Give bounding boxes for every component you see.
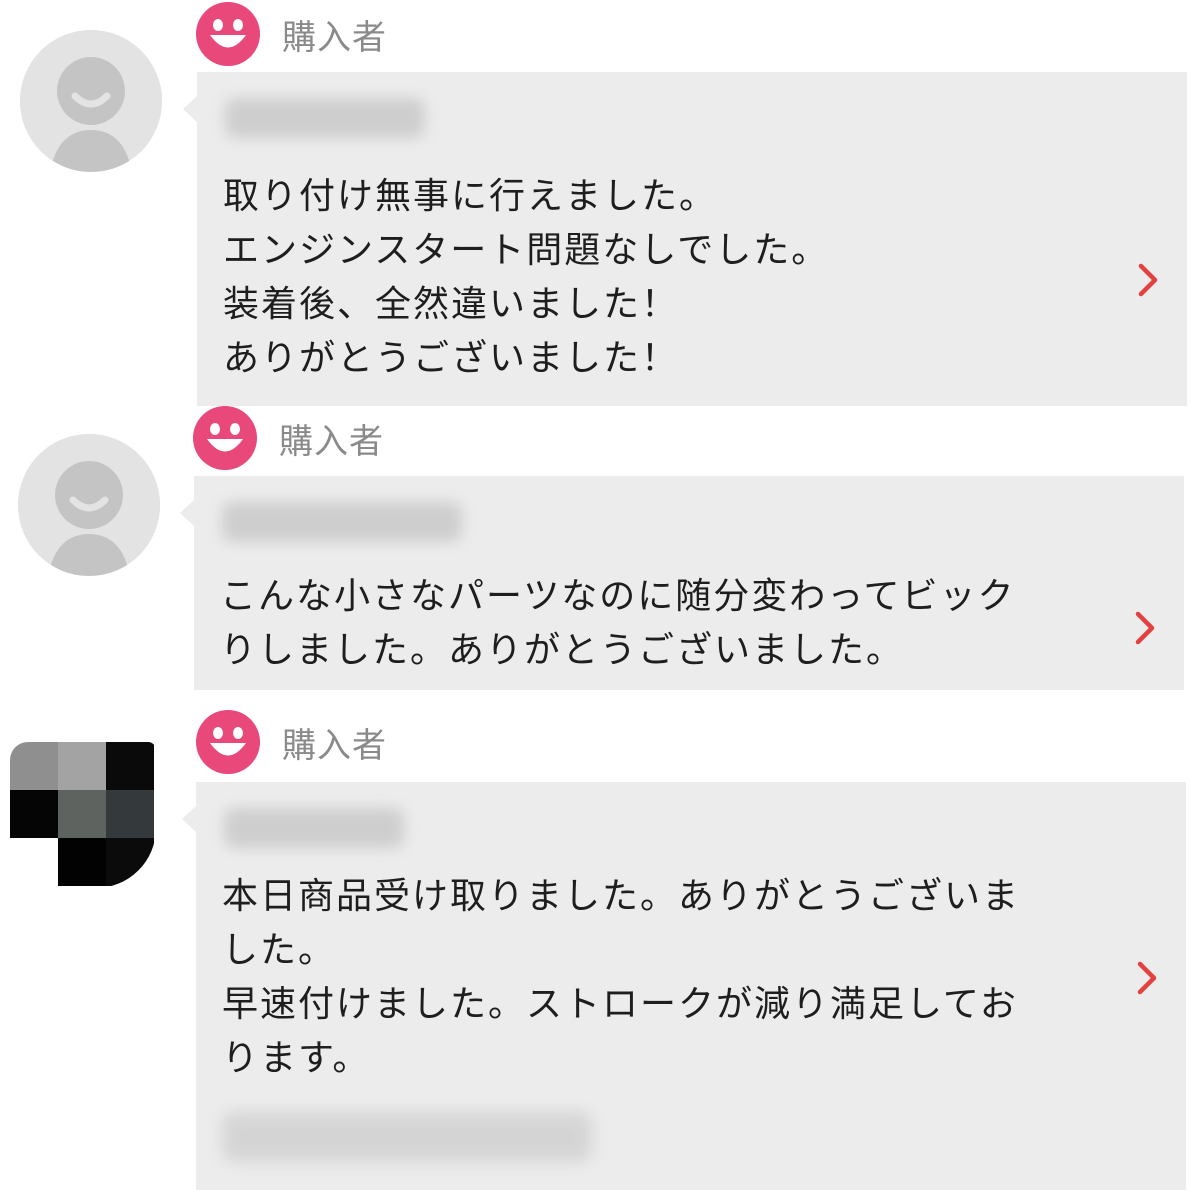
review-text-line: ありがとうございました！ (223, 338, 680, 379)
bubble-tail (183, 96, 197, 122)
review-bubble[interactable]: 本日商品受け取りました。ありがとうございま した。 早速付けました。ストロークが… (182, 782, 1186, 1190)
redacted-nickname (222, 502, 462, 542)
review-bubble[interactable]: 取り付け無事に行えました。 エンジンスタート問題なしでした。 装着後、全然違いま… (183, 72, 1187, 406)
review-text-line: エンジンスタート問題なしでした。 (223, 230, 830, 271)
mosaic-tile (106, 838, 154, 886)
review-text-line: 早速付けました。ストロークが減り満足してお (222, 984, 1018, 1025)
redacted-nickname (224, 808, 404, 848)
reviewer-role-label: 購入者 (282, 725, 387, 766)
mosaic-tile (10, 838, 58, 886)
mosaic-tile (106, 790, 154, 838)
bubble-tail (182, 806, 196, 832)
mosaic-tile (58, 838, 106, 886)
review-header: 購入者 (196, 710, 387, 774)
review-text-line: りしました。ありがとうございました。 (220, 630, 905, 671)
review-text: 取り付け無事に行えました。 エンジンスタート問題なしでした。 装着後、全然違いま… (223, 170, 1097, 386)
chevron-right-icon[interactable] (1132, 960, 1162, 996)
default-user-avatar-icon (18, 434, 160, 576)
smiley-face-icon (193, 406, 257, 470)
review-bubble[interactable]: こんな小さなパーツなのに随分変わってビック りしました。ありがとうございました。 (180, 476, 1184, 690)
review-text-line: 取り付け無事に行えました。 (223, 176, 718, 217)
mosaic-tile (10, 742, 58, 790)
review-text-line: 本日商品受け取りました。ありがとうございま (222, 876, 1021, 917)
smiley-face-icon (196, 2, 260, 66)
user-avatar-pixelated[interactable] (10, 742, 156, 888)
mosaic-tile (10, 790, 58, 838)
mosaic-tile (106, 742, 154, 790)
user-avatar[interactable] (18, 434, 160, 576)
chevron-right-icon[interactable] (1130, 610, 1160, 646)
review-item: 購入者 本日商品受け取りました。ありがとうございま した。 早速付けました。スト… (0, 690, 1200, 1200)
review-text: 本日商品受け取りました。ありがとうございま した。 早速付けました。ストロークが… (222, 870, 1096, 1086)
review-text-line: こんな小さなパーツなのに随分変わってビック (220, 576, 1016, 617)
review-text: こんな小さなパーツなのに随分変わってビック りしました。ありがとうございました。 (220, 570, 1094, 678)
review-text-line: した。 (222, 930, 337, 971)
user-avatar[interactable] (20, 30, 162, 172)
reviewer-role-label: 購入者 (282, 17, 387, 58)
redacted-timestamp (222, 1112, 592, 1162)
chevron-right-icon[interactable] (1133, 262, 1163, 298)
review-header: 購入者 (196, 2, 387, 66)
review-item: 購入者 こんな小さなパーツなのに随分変わってビック りしました。ありがとうござい… (0, 406, 1200, 690)
review-text-line: ります。 (222, 1038, 371, 1079)
mosaic-tile (58, 790, 106, 838)
smiley-face-icon (196, 710, 260, 774)
review-text-line: 装着後、全然違いました！ (223, 284, 680, 325)
mosaic-tile (58, 742, 106, 790)
review-item: 購入者 取り付け無事に行えました。 エンジンスタート問題なしでした。 装着後、全… (0, 0, 1200, 406)
redacted-nickname (225, 98, 425, 138)
bubble-tail (180, 500, 194, 526)
default-user-avatar-icon (20, 30, 162, 172)
reviewer-role-label: 購入者 (279, 421, 384, 462)
review-header: 購入者 (193, 406, 384, 470)
